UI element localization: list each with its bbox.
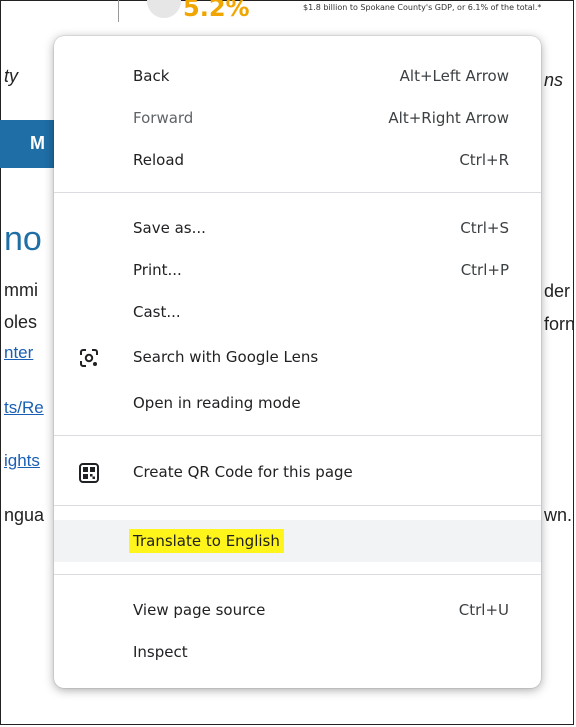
menu-item-shortcut: Alt+Right Arrow (388, 109, 509, 127)
menu-separator (54, 192, 541, 193)
menu-item-create-qr-code[interactable]: Create QR Code for this page (54, 452, 541, 492)
menu-item-label: Create QR Code for this page (133, 463, 353, 481)
menu-item-forward[interactable]: Forward Alt+Right Arrow (54, 98, 541, 138)
menu-item-label: Search with Google Lens (133, 348, 319, 366)
stat-percent: 5.2% (183, 0, 250, 22)
menu-item-shortcut: Ctrl+P (460, 261, 509, 279)
bg-text-right: forn (544, 314, 576, 334)
menu-item-search-with-google-lens[interactable]: Search with Google Lens (54, 337, 541, 377)
bg-text-right: der (544, 281, 571, 301)
qr-code-icon (78, 462, 100, 484)
menu-item-shortcut: Ctrl+R (459, 151, 509, 169)
bg-fragment-left-1: ty (4, 66, 19, 86)
bg-text-left: ngua (4, 505, 45, 525)
menu-separator (54, 505, 541, 506)
menu-item-save-as[interactable]: Save as... Ctrl+S (54, 208, 541, 248)
nav-tab-label: M (30, 133, 45, 153)
menu-item-label: Save as... (133, 219, 206, 237)
menu-item-label: Cast... (133, 303, 181, 321)
menu-item-cast[interactable]: Cast... (54, 292, 541, 332)
bg-link-fragment[interactable]: ights (4, 451, 40, 471)
menu-item-label: Print... (133, 261, 182, 279)
context-menu: Back Alt+Left Arrow Forward Alt+Right Ar… (54, 36, 541, 688)
menu-separator (54, 435, 541, 436)
menu-item-shortcut: Ctrl+S (460, 219, 509, 237)
menu-item-view-page-source[interactable]: View page source Ctrl+U (54, 590, 541, 630)
menu-separator (54, 574, 541, 575)
menu-item-reload[interactable]: Reload Ctrl+R (54, 140, 541, 180)
menu-item-back[interactable]: Back Alt+Left Arrow (54, 56, 541, 96)
menu-item-inspect[interactable]: Inspect (54, 632, 541, 672)
bg-text-right: wn. (544, 505, 573, 525)
menu-item-open-in-reading-mode[interactable]: Open in reading mode (54, 383, 541, 423)
stat-banner: 5.2% $1.8 billion to Spokane County's GD… (118, 0, 559, 22)
stat-circle-graphic (147, 0, 181, 18)
menu-item-shortcut: Alt+Left Arrow (399, 67, 509, 85)
stat-note: $1.8 billion to Spokane County's GDP, or… (303, 3, 542, 12)
bg-link-fragment[interactable]: ts/Re (4, 398, 44, 418)
google-lens-icon (78, 347, 100, 369)
menu-item-label: Translate to English (129, 529, 284, 553)
highlighted-label: Translate to English (129, 529, 284, 553)
menu-item-label: Inspect (133, 643, 188, 661)
menu-item-label: View page source (133, 601, 266, 619)
bg-link-fragment[interactable]: nter (4, 343, 33, 363)
bg-text-left: oles (4, 312, 38, 332)
menu-item-label: Open in reading mode (133, 394, 301, 412)
bg-fragment-right-1: ns (544, 70, 564, 90)
menu-item-label: Back (133, 67, 170, 85)
menu-item-print[interactable]: Print... Ctrl+P (54, 250, 541, 290)
bg-heading-fragment: no (4, 220, 42, 258)
menu-item-label: Reload (133, 151, 185, 169)
menu-item-label: Forward (133, 109, 194, 127)
bg-text-left: mmi (4, 280, 38, 300)
menu-item-shortcut: Ctrl+U (458, 601, 509, 619)
menu-item-translate-to-english[interactable]: Translate to English (54, 520, 541, 562)
